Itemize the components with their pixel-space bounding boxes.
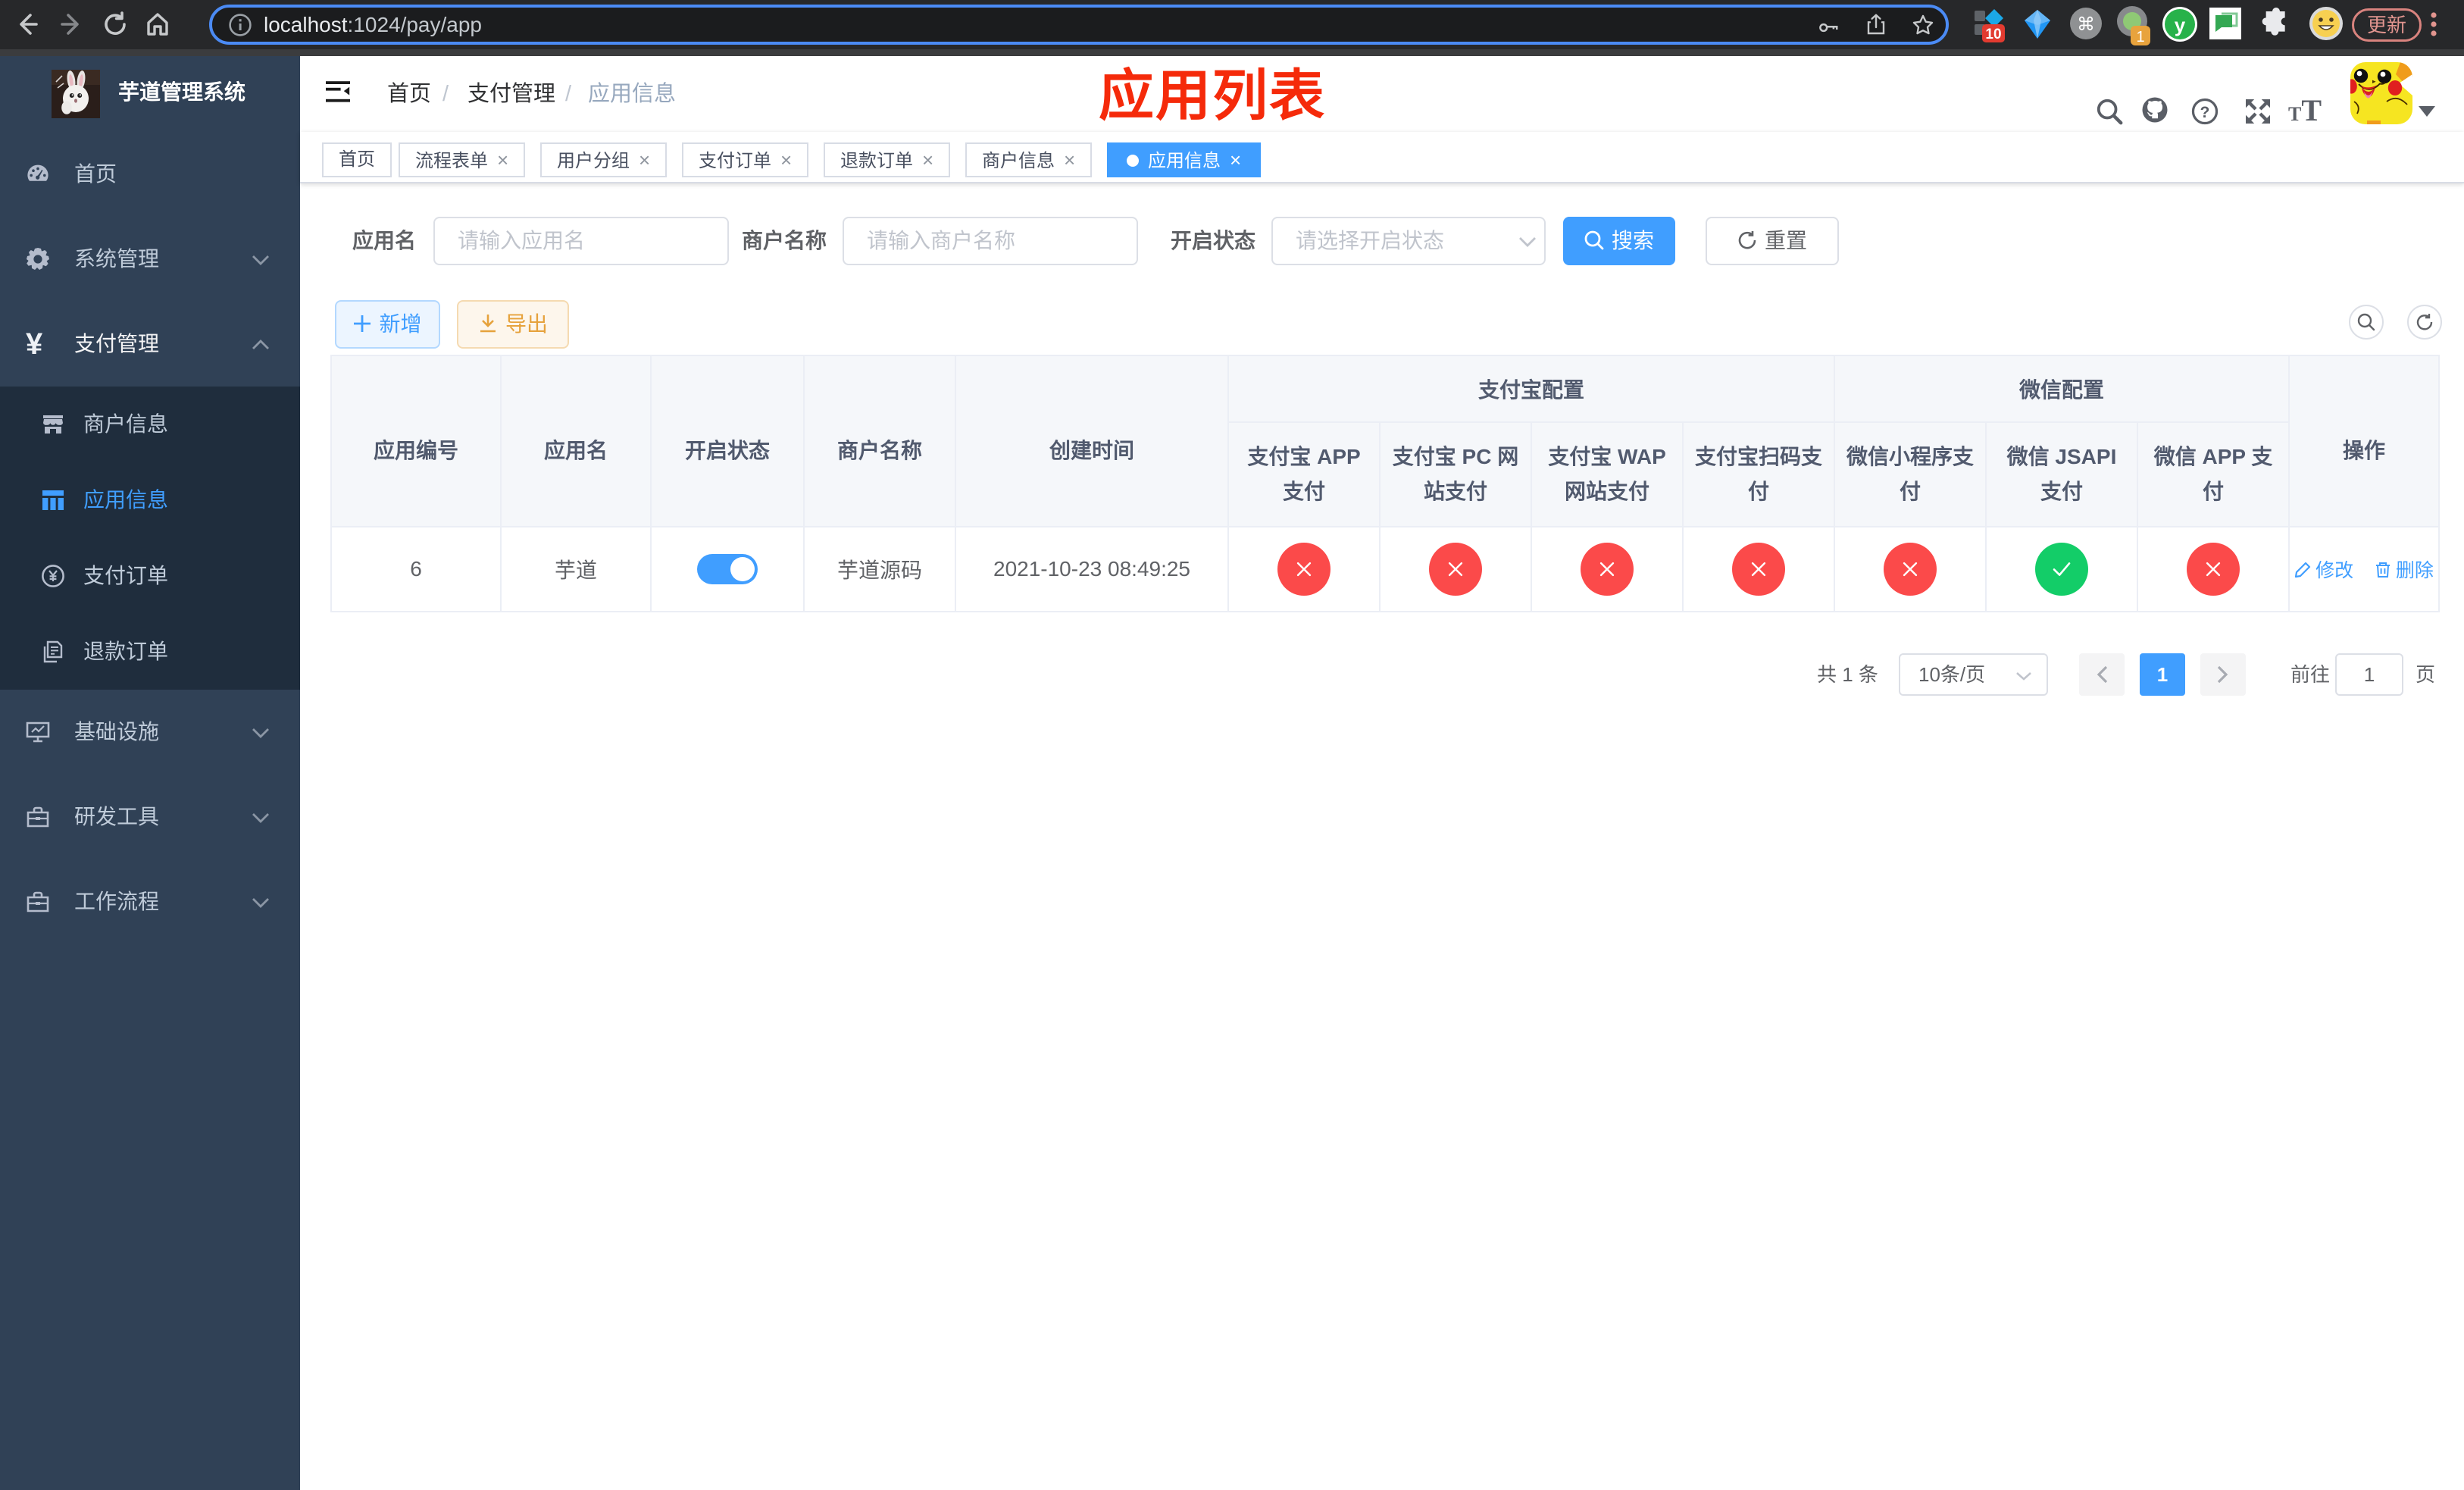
svg-text:⌘: ⌘ xyxy=(2077,14,2095,35)
svg-text:y: y xyxy=(2175,14,2186,36)
svg-text:10: 10 xyxy=(1985,27,2001,42)
svg-text:1: 1 xyxy=(2136,29,2144,45)
svg-text:?: ? xyxy=(2200,104,2210,121)
